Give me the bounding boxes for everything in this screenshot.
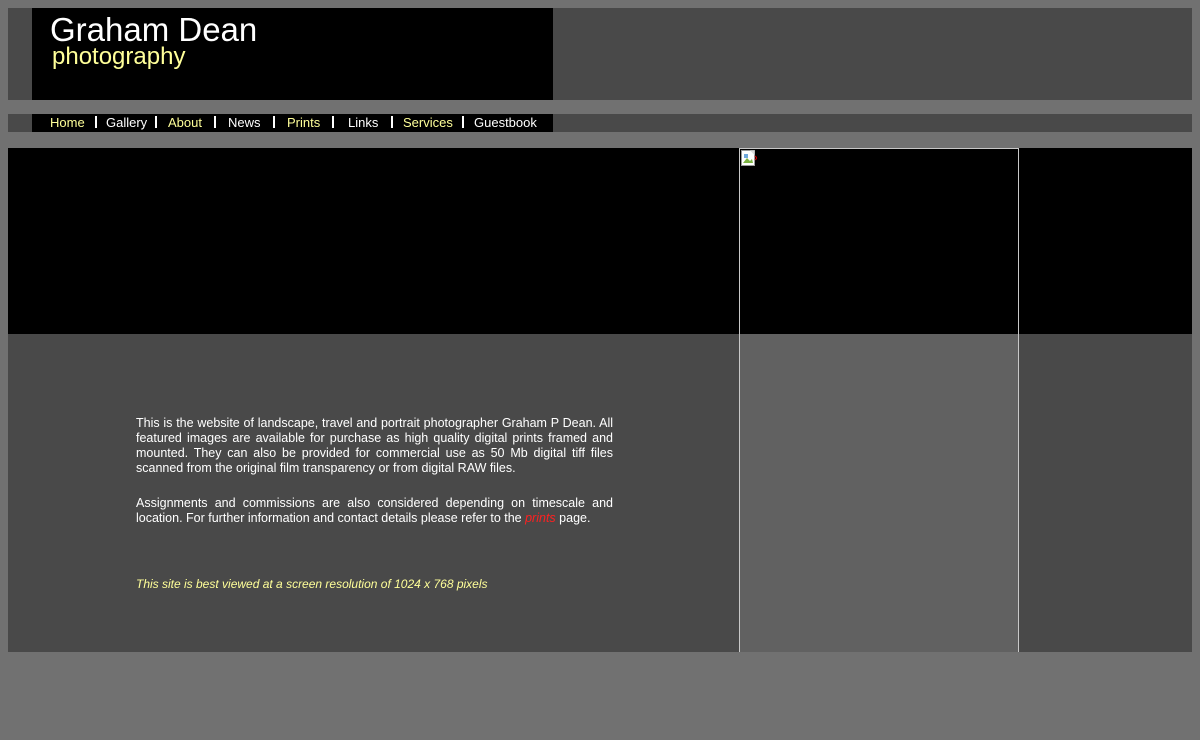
nav-about[interactable]: About <box>168 114 202 132</box>
nav-separator <box>332 116 334 128</box>
site-logo[interactable]: Graham Dean photography <box>32 8 553 100</box>
nav-separator <box>462 116 464 128</box>
nav-guestbook[interactable]: Guestbook <box>474 114 537 132</box>
assignments-paragraph: Assignments and commissions are also con… <box>136 496 613 526</box>
nav-gallery[interactable]: Gallery <box>106 114 147 132</box>
nav-links[interactable]: Links <box>348 114 378 132</box>
main-nav: Home Gallery About News Prints Links Ser… <box>32 114 553 132</box>
assignments-text-end: page. <box>555 511 591 525</box>
resolution-note: This site is best viewed at a screen res… <box>136 577 488 591</box>
intro-text: This is the website of landscape, travel… <box>136 416 613 546</box>
nav-separator <box>273 116 275 128</box>
site-subtitle: photography <box>52 43 186 70</box>
broken-image-icon <box>741 150 757 166</box>
nav-separator <box>214 116 216 128</box>
nav-services[interactable]: Services <box>403 114 453 132</box>
nav-separator <box>95 116 97 128</box>
side-column <box>739 334 1019 652</box>
nav-home[interactable]: Home <box>50 114 85 132</box>
featured-image[interactable] <box>739 148 1019 335</box>
prints-link[interactable]: prints <box>525 511 556 525</box>
nav-prints[interactable]: Prints <box>287 114 320 132</box>
nav-separator <box>155 116 157 128</box>
page: Graham Dean photography Home Gallery Abo… <box>0 0 1200 740</box>
intro-paragraph: This is the website of landscape, travel… <box>136 416 613 475</box>
nav-separator <box>391 116 393 128</box>
nav-news[interactable]: News <box>228 114 261 132</box>
